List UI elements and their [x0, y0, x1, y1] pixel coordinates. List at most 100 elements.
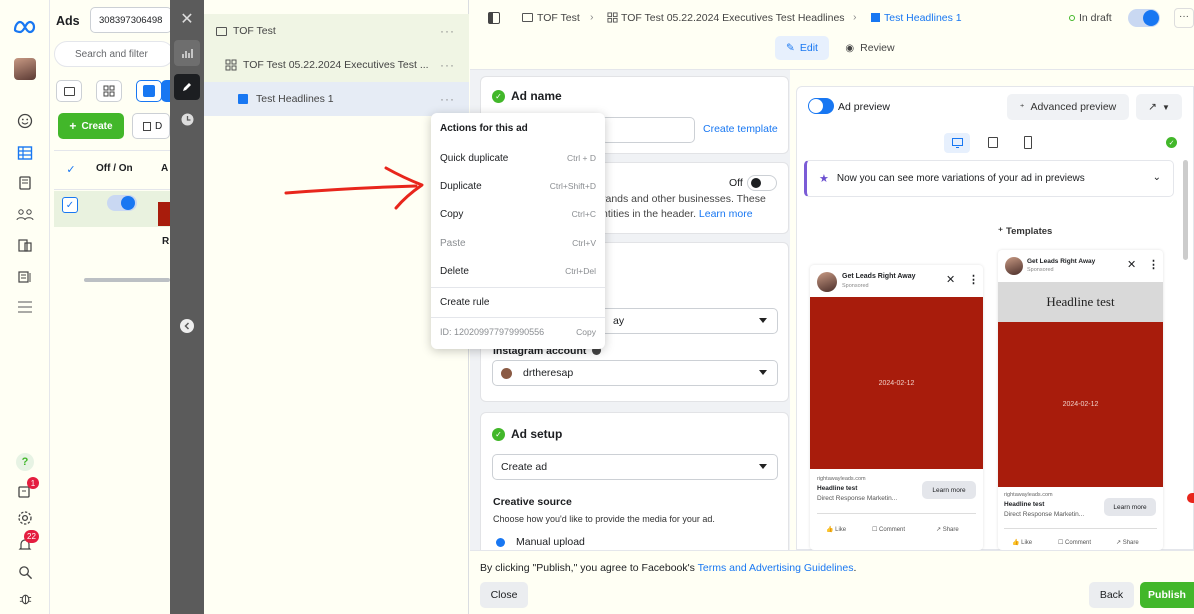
- account-avatar[interactable]: [12, 56, 38, 82]
- create-button[interactable]: + Create: [58, 113, 124, 139]
- share-preview-button[interactable]: ↗ ▼: [1136, 94, 1182, 120]
- card-like-label: Like: [835, 527, 847, 533]
- billing-icon[interactable]: [12, 232, 38, 258]
- ad-account-selector[interactable]: 308397306498: [90, 7, 172, 33]
- advanced-preview-button[interactable]: ⁺ Advanced preview: [1007, 94, 1129, 120]
- learn-more-link[interactable]: Learn more: [699, 208, 753, 220]
- create-ad-select[interactable]: Create ad: [492, 454, 778, 480]
- menu-icon[interactable]: [12, 294, 38, 320]
- bug-report-icon[interactable]: [12, 585, 38, 611]
- page-select-value: ay: [613, 315, 625, 327]
- more-icon[interactable]: ···: [1174, 8, 1194, 28]
- card-more-icon[interactable]: ⋮: [1148, 258, 1159, 271]
- adset-more-icon[interactable]: ···: [440, 58, 455, 72]
- manual-upload-radio[interactable]: [496, 538, 505, 547]
- draft-toggle[interactable]: [1128, 9, 1160, 27]
- smiley-icon[interactable]: [12, 108, 38, 134]
- partnership-toggle[interactable]: [747, 175, 777, 191]
- tab-adsets[interactable]: [96, 80, 122, 102]
- tree-adset[interactable]: TOF Test 05.22.2024 Executives Test ... …: [204, 48, 469, 82]
- tree-campaign[interactable]: TOF Test ···: [204, 14, 469, 48]
- tablet-icon[interactable]: [988, 137, 998, 148]
- row-checkbox[interactable]: ✓: [62, 197, 78, 213]
- select-all-checkbox[interactable]: ✓: [64, 162, 78, 176]
- crumb-ad[interactable]: Test Headlines 1: [884, 12, 962, 24]
- close-icon[interactable]: ✕: [178, 10, 196, 28]
- settings-icon[interactable]: [12, 505, 38, 531]
- check-circle-icon: ✓: [1166, 137, 1177, 148]
- card-like[interactable]: 👍 Like: [826, 526, 846, 533]
- tab-campaigns[interactable]: [56, 80, 82, 102]
- desktop-icon[interactable]: [944, 133, 970, 153]
- pages-icon[interactable]: [12, 170, 38, 196]
- audience-icon[interactable]: [12, 202, 38, 228]
- instagram-select[interactable]: drtheresap: [492, 360, 778, 386]
- share-arrow-icon: ↗: [1148, 101, 1157, 113]
- card-headline: Headline test: [1004, 501, 1045, 508]
- card-action-divider: [1004, 528, 1157, 529]
- create-template-link[interactable]: Create template: [703, 123, 778, 135]
- card-like[interactable]: 👍 Like: [1012, 539, 1032, 546]
- card-close-icon[interactable]: ✕: [1127, 258, 1136, 271]
- crumb-adset[interactable]: TOF Test 05.22.2024 Executives Test Head…: [621, 12, 845, 24]
- close-button[interactable]: Close: [480, 582, 528, 608]
- card-share[interactable]: ↗ Share: [1116, 539, 1139, 546]
- menu-item-paste[interactable]: Paste Ctrl+V: [440, 232, 596, 254]
- sidebar-toggle-icon[interactable]: [488, 12, 500, 24]
- chart-icon[interactable]: [174, 40, 200, 66]
- preview-toggle[interactable]: [808, 98, 834, 114]
- menu-item-shortcut: Ctrl+Shift+D: [549, 181, 596, 191]
- menu-item-create-rule[interactable]: Create rule: [440, 291, 596, 313]
- card-comment[interactable]: ☐ Comment: [1058, 539, 1091, 546]
- phone-icon[interactable]: [1024, 136, 1032, 149]
- duplicate-button-label: D: [155, 120, 163, 132]
- card-comment[interactable]: ☐ Comment: [872, 526, 905, 533]
- advanced-preview-label: Advanced preview: [1030, 101, 1117, 113]
- horizontal-scrollbar[interactable]: [84, 278, 170, 282]
- review-tab[interactable]: ◉ Review: [838, 36, 902, 60]
- ad-more-icon[interactable]: ···: [440, 92, 455, 106]
- menu-item-copy[interactable]: Copy Ctrl+C: [440, 203, 596, 225]
- variations-banner[interactable]: ★ Now you can see more variations of you…: [804, 160, 1174, 197]
- card-cta-button[interactable]: Learn more: [922, 481, 976, 499]
- duplicate-button[interactable]: D: [132, 113, 170, 139]
- row-thumbnail: [158, 202, 170, 226]
- menu-item-quick-duplicate[interactable]: Quick duplicate Ctrl + D: [440, 147, 596, 169]
- campaign-more-icon[interactable]: ···: [440, 24, 455, 38]
- ad-image: 2024-02-12: [810, 297, 983, 469]
- table-icon[interactable]: [12, 140, 38, 166]
- meta-logo-icon[interactable]: [12, 14, 38, 40]
- notifications-icon[interactable]: 1: [12, 477, 39, 504]
- history-icon[interactable]: [174, 106, 200, 132]
- tree-ad[interactable]: Test Headlines 1 ···: [204, 82, 469, 116]
- collapse-icon[interactable]: [180, 319, 194, 333]
- draft-dot-icon: [1069, 15, 1075, 21]
- menu-item-delete[interactable]: Delete Ctrl+Del: [440, 260, 596, 282]
- search-icon[interactable]: [12, 559, 38, 585]
- catalog-icon[interactable]: [12, 264, 38, 290]
- preview-scrollbar[interactable]: [1183, 160, 1188, 260]
- card-share-label: Share: [942, 527, 959, 533]
- ad-name-input[interactable]: [601, 117, 695, 143]
- search-filter-input[interactable]: Search and filter: [54, 41, 174, 67]
- copy-id-link[interactable]: Copy: [576, 327, 596, 337]
- edit-icon[interactable]: [174, 74, 200, 100]
- crumb-campaign[interactable]: TOF Test: [537, 12, 580, 24]
- menu-item-duplicate[interactable]: Duplicate Ctrl+Shift+D: [440, 175, 596, 197]
- sparkle-icon: ⁺: [1019, 101, 1025, 112]
- back-button[interactable]: Back: [1089, 582, 1134, 608]
- card-more-icon[interactable]: ⋮: [968, 273, 979, 286]
- card-share[interactable]: ↗ Share: [936, 526, 959, 533]
- help-icon[interactable]: ?: [12, 449, 38, 475]
- card-cta-button[interactable]: Learn more: [1104, 498, 1156, 516]
- tab-ads[interactable]: [136, 80, 162, 102]
- terms-link[interactable]: Terms and Advertising Guidelines: [698, 562, 854, 574]
- check-circle-icon: ✓: [492, 428, 505, 441]
- publish-button[interactable]: Publish: [1140, 582, 1194, 608]
- grid-icon: [607, 12, 618, 23]
- card-close-icon[interactable]: ✕: [946, 273, 955, 286]
- card-page-name: Get Leads Right Away: [1027, 258, 1096, 265]
- alerts-icon[interactable]: 22: [12, 530, 39, 558]
- row-toggle[interactable]: [107, 195, 137, 211]
- edit-tab[interactable]: ✎ Edit: [775, 36, 829, 60]
